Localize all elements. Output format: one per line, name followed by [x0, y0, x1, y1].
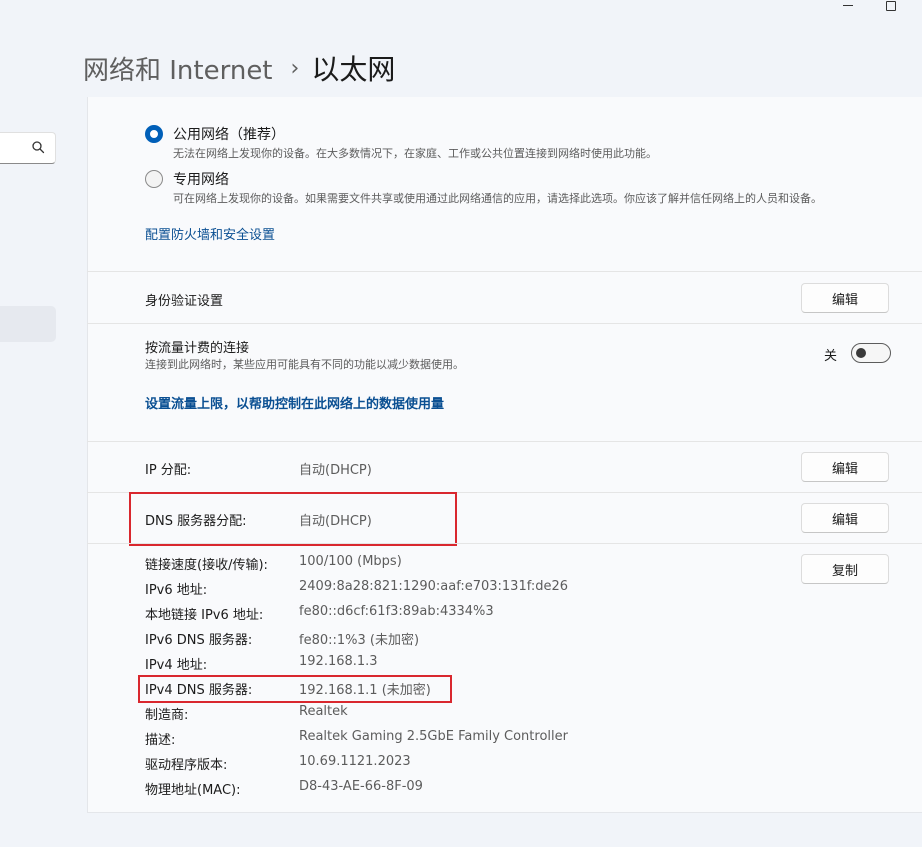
private-network-label: 专用网络 — [173, 172, 229, 188]
ip-assignment-value: 自动(DHCP) — [299, 463, 372, 478]
toggle-knob — [856, 348, 866, 358]
prop-label-link-local-ipv6: 本地链接 IPv6 地址: — [145, 608, 264, 623]
metered-toggle-state: 关 — [824, 349, 838, 364]
prop-label-mac-address: 物理地址(MAC): — [145, 783, 241, 798]
prop-value-description: Realtek Gaming 2.5GbE Family Controller — [299, 729, 568, 744]
metered-connection-description: 连接到此网络时，某些应用可能具有不同的功能以减少数据使用。 — [145, 358, 464, 371]
search-icon — [32, 141, 45, 154]
prop-label-ipv6-dns: IPv6 DNS 服务器: — [145, 633, 253, 648]
prop-label-ipv6-address: IPv6 地址: — [145, 583, 208, 598]
prop-label-driver-version: 驱动程序版本: — [145, 758, 228, 773]
sidebar-item-selected[interactable] — [0, 306, 56, 342]
divider — [87, 441, 922, 442]
auth-edit-button[interactable]: 编辑 — [801, 283, 889, 313]
private-network-description: 可在网络上发现你的设备。如果需要文件共享或使用通过此网络通信的应用，请选择此选项… — [173, 192, 822, 205]
prop-label-description: 描述: — [145, 733, 176, 748]
public-network-description: 无法在网络上发现你的设备。在大多数情况下，在家庭、工作或公共位置连接到网络时使用… — [173, 147, 657, 160]
auth-settings-label: 身份验证设置 — [145, 294, 224, 309]
firewall-settings-link[interactable]: 配置防火墙和安全设置 — [145, 224, 275, 243]
ip-assignment-label: IP 分配: — [145, 463, 192, 478]
dns-edit-button[interactable]: 编辑 — [801, 503, 889, 533]
prop-value-manufacturer: Realtek — [299, 704, 348, 719]
page-title: 以太网 — [311, 53, 396, 86]
prop-label-link-speed: 链接速度(接收/传输): — [145, 558, 268, 573]
prop-label-ipv4-address: IPv4 地址: — [145, 658, 208, 673]
ip-edit-button[interactable]: 编辑 — [801, 452, 889, 482]
maximize-button[interactable] — [886, 1, 896, 11]
prop-value-ipv6-dns: fe80::1%3 (未加密) — [299, 633, 420, 648]
data-limit-link[interactable]: 设置流量上限，以帮助控制在此网络上的数据使用量 — [145, 393, 444, 412]
metered-connection-toggle[interactable] — [851, 343, 891, 363]
settings-search-input[interactable] — [0, 132, 56, 164]
prop-value-link-speed: 100/100 (Mbps) — [299, 554, 402, 569]
minimize-button[interactable] — [843, 0, 853, 8]
prop-value-mac-address: D8-43-AE-66-8F-09 — [299, 779, 423, 794]
copy-button[interactable]: 复制 — [801, 554, 889, 584]
radio-public-network[interactable] — [145, 125, 163, 143]
settings-window: 网络和 Internet › 以太网 公用网络（推荐） 无法在网络上发现你的设备… — [0, 0, 922, 847]
radio-private-network[interactable] — [145, 170, 163, 188]
divider — [87, 543, 922, 544]
prop-value-ipv6-address: 2409:8a28:821:1290:aaf:e703:131f:de26 — [299, 579, 568, 594]
public-network-label: 公用网络（推荐） — [173, 127, 285, 143]
prop-value-link-local-ipv6: fe80::d6cf:61f3:89ab:4334%3 — [299, 604, 494, 619]
red-highlight-box-ipv4-dns — [138, 675, 452, 703]
prop-value-driver-version: 10.69.1121.2023 — [299, 754, 411, 769]
red-highlight-box-dns — [129, 492, 457, 546]
prop-value-ipv4-address: 192.168.1.3 — [299, 654, 378, 669]
breadcrumb-parent-network-internet[interactable]: 网络和 Internet — [83, 50, 273, 87]
prop-label-manufacturer: 制造商: — [145, 708, 189, 723]
metered-connection-label: 按流量计费的连接 — [145, 341, 250, 356]
divider — [87, 323, 922, 324]
divider — [87, 271, 922, 272]
breadcrumb: 网络和 Internet › 以太网 — [83, 46, 395, 90]
chevron-right-icon: › — [290, 55, 300, 81]
